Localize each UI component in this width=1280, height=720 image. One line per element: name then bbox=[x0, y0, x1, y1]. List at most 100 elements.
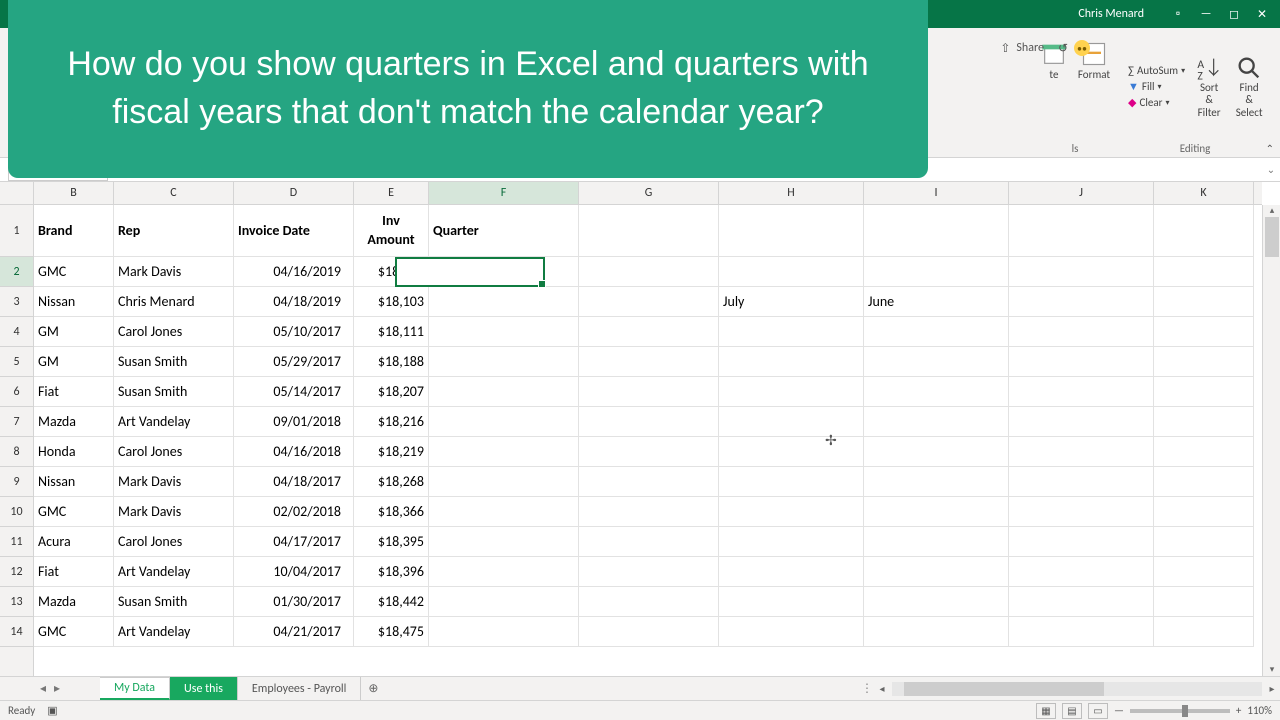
cells-area[interactable]: BrandRepInvoice DateInvAmountQuarterGMCM… bbox=[34, 205, 1262, 676]
cell[interactable] bbox=[579, 617, 719, 647]
cell[interactable] bbox=[579, 437, 719, 467]
cell[interactable] bbox=[864, 467, 1009, 497]
cell[interactable]: Art Vandelay bbox=[114, 557, 234, 587]
cell[interactable] bbox=[864, 587, 1009, 617]
cell[interactable]: Quarter bbox=[429, 205, 579, 257]
horizontal-scrollbar[interactable]: ⋮ ◂ ▸ bbox=[860, 677, 1280, 700]
cell[interactable] bbox=[1009, 205, 1154, 257]
cell[interactable]: Carol Jones bbox=[114, 527, 234, 557]
cell[interactable] bbox=[864, 347, 1009, 377]
cell[interactable]: $18,188 bbox=[354, 347, 429, 377]
cell[interactable]: GMC bbox=[34, 257, 114, 287]
cell[interactable] bbox=[1154, 527, 1254, 557]
cell[interactable] bbox=[579, 587, 719, 617]
cell[interactable] bbox=[429, 347, 579, 377]
cell[interactable] bbox=[719, 557, 864, 587]
cell[interactable] bbox=[864, 437, 1009, 467]
cell[interactable]: $18,207 bbox=[354, 377, 429, 407]
hsplit-icon[interactable]: ⋮ bbox=[860, 681, 874, 696]
cell[interactable] bbox=[579, 347, 719, 377]
cell[interactable] bbox=[1009, 467, 1154, 497]
cell[interactable]: Susan Smith bbox=[114, 587, 234, 617]
col-header-G[interactable]: G bbox=[579, 182, 719, 204]
cell[interactable]: Brand bbox=[34, 205, 114, 257]
row-header-11[interactable]: 11 bbox=[0, 527, 33, 557]
spreadsheet-grid[interactable]: BCDEFGHIJK 1234567891011121314 BrandRepI… bbox=[0, 182, 1280, 676]
row-header-3[interactable]: 3 bbox=[0, 287, 33, 317]
col-header-J[interactable]: J bbox=[1009, 182, 1154, 204]
cell[interactable]: 02/02/2018 bbox=[234, 497, 354, 527]
cell[interactable] bbox=[864, 257, 1009, 287]
cell[interactable] bbox=[1154, 287, 1254, 317]
share-button[interactable]: Share bbox=[1016, 41, 1044, 55]
expand-formula-bar-icon[interactable]: ⌄ bbox=[1262, 163, 1280, 176]
cell[interactable]: 05/29/2017 bbox=[234, 347, 354, 377]
row-header-12[interactable]: 12 bbox=[0, 557, 33, 587]
col-header-H[interactable]: H bbox=[719, 182, 864, 204]
cell[interactable]: $18,395 bbox=[354, 527, 429, 557]
cell[interactable] bbox=[1154, 377, 1254, 407]
cell[interactable] bbox=[429, 257, 579, 287]
cell[interactable] bbox=[429, 407, 579, 437]
cell[interactable]: 04/18/2017 bbox=[234, 467, 354, 497]
cell[interactable]: $18,396 bbox=[354, 557, 429, 587]
row-header-6[interactable]: 6 bbox=[0, 377, 33, 407]
col-header-K[interactable]: K bbox=[1154, 182, 1254, 204]
col-header-I[interactable]: I bbox=[864, 182, 1009, 204]
cell[interactable] bbox=[579, 377, 719, 407]
cell[interactable] bbox=[864, 205, 1009, 257]
cell[interactable]: Mark Davis bbox=[114, 257, 234, 287]
row-header-8[interactable]: 8 bbox=[0, 437, 33, 467]
share-icon[interactable]: ⇧ bbox=[1000, 41, 1010, 56]
cell[interactable]: Invoice Date bbox=[234, 205, 354, 257]
cell[interactable] bbox=[1154, 587, 1254, 617]
cell[interactable]: 04/16/2018 bbox=[234, 437, 354, 467]
cell[interactable] bbox=[719, 467, 864, 497]
cell[interactable]: Honda bbox=[34, 437, 114, 467]
row-header-5[interactable]: 5 bbox=[0, 347, 33, 377]
cell[interactable] bbox=[719, 377, 864, 407]
cell[interactable] bbox=[864, 527, 1009, 557]
feedback-smiley-icon[interactable]: •• bbox=[1074, 40, 1090, 56]
row-header-2[interactable]: 2 bbox=[0, 257, 33, 287]
row-headers[interactable]: 1234567891011121314 bbox=[0, 205, 34, 676]
cell[interactable] bbox=[719, 347, 864, 377]
row-header-9[interactable]: 9 bbox=[0, 467, 33, 497]
cell[interactable]: Mark Davis bbox=[114, 497, 234, 527]
page-break-view-button[interactable]: ▭ bbox=[1088, 703, 1108, 719]
cell[interactable] bbox=[1154, 437, 1254, 467]
zoom-out-button[interactable]: — bbox=[1114, 704, 1124, 717]
cell[interactable]: 04/21/2017 bbox=[234, 617, 354, 647]
zoom-in-button[interactable]: + bbox=[1236, 704, 1241, 717]
cell[interactable] bbox=[579, 497, 719, 527]
cell[interactable] bbox=[719, 527, 864, 557]
cell[interactable] bbox=[579, 407, 719, 437]
cell[interactable]: 05/14/2017 bbox=[234, 377, 354, 407]
cell[interactable]: Fiat bbox=[34, 557, 114, 587]
cell[interactable]: 04/17/2017 bbox=[234, 527, 354, 557]
cell[interactable]: GM bbox=[34, 317, 114, 347]
cell[interactable]: GMC bbox=[34, 617, 114, 647]
cell[interactable] bbox=[429, 557, 579, 587]
cell[interactable]: Rep bbox=[114, 205, 234, 257]
vscroll-thumb[interactable] bbox=[1265, 217, 1279, 257]
cell[interactable] bbox=[719, 497, 864, 527]
zoom-slider[interactable] bbox=[1130, 709, 1230, 713]
sheet-tab-mydata[interactable]: My Data bbox=[100, 677, 170, 700]
cell[interactable] bbox=[429, 587, 579, 617]
cell[interactable]: July bbox=[719, 287, 864, 317]
history-icon[interactable]: ↺ bbox=[1058, 41, 1068, 56]
cell[interactable] bbox=[1154, 557, 1254, 587]
row-header-7[interactable]: 7 bbox=[0, 407, 33, 437]
cell[interactable] bbox=[719, 317, 864, 347]
cell[interactable] bbox=[429, 497, 579, 527]
cell[interactable] bbox=[1154, 617, 1254, 647]
cell[interactable]: Art Vandelay bbox=[114, 407, 234, 437]
cell[interactable]: $18,026 bbox=[354, 257, 429, 287]
cell[interactable] bbox=[579, 287, 719, 317]
cell[interactable] bbox=[1154, 317, 1254, 347]
cell[interactable]: $18,475 bbox=[354, 617, 429, 647]
cell[interactable] bbox=[864, 407, 1009, 437]
find-select-button[interactable]: Find & Select bbox=[1231, 54, 1267, 118]
cell[interactable]: $18,442 bbox=[354, 587, 429, 617]
